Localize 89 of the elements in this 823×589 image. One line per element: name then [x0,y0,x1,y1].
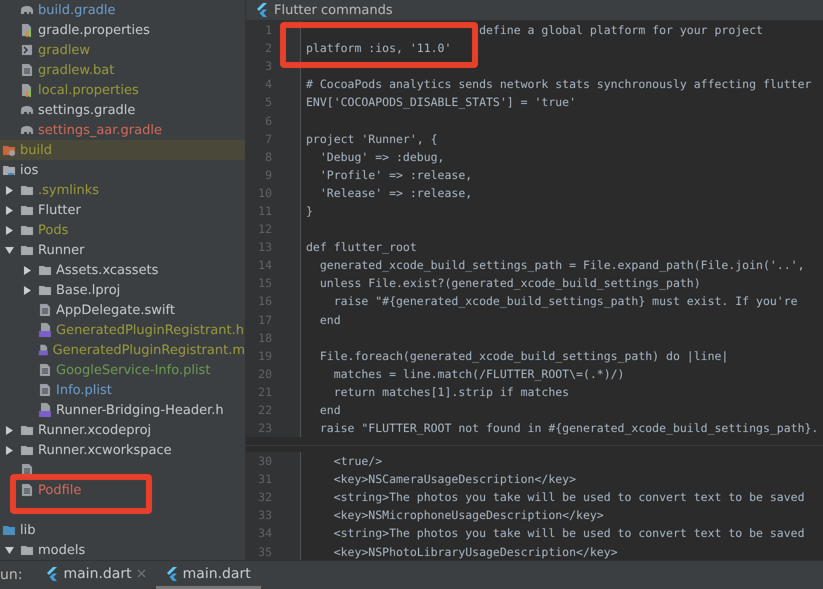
properties-file-icon [20,23,34,37]
header-file-icon [38,343,49,357]
text-file-icon [38,363,52,377]
folder-icon [20,183,34,197]
folder-icon [20,223,34,237]
flutter-logo-icon [166,566,178,580]
code-line: # CocoaPods analytics sends network stats synchronously affecting flutter [305,77,812,92]
tree-item[interactable]: GeneratedPluginRegistrant.h [56,322,244,338]
tree-item[interactable]: Runner [38,242,85,258]
code-line: 'Release' => :release, [318,186,472,200]
tree-item[interactable]: AppDelegate.swift [56,302,175,318]
text-file-icon [38,383,52,397]
folder-icon [38,283,52,297]
flutter-logo-icon [46,566,58,580]
tree-item[interactable]: Runner-Bridging-Header.h [56,402,224,418]
code-line: matches = line.match(/FLUTTER_ROOT\=(.*)/) [332,366,624,381]
code-line: <key>NSMicrophoneUsageDescription</key> [332,508,604,522]
tree-item[interactable]: Assets.xcassets [56,262,158,278]
folder-icon [20,543,34,557]
header-file-icon [38,403,52,417]
tree-item[interactable]: Info.plist [56,382,112,398]
collapsed-arrow-icon[interactable] [22,266,32,274]
module-folder-icon [2,163,16,177]
elephant-icon [20,3,34,17]
code-line: unless File.exist?(generated_xcode_build_settings_path) [318,276,701,290]
tree-item[interactable]: gradle.properties [38,22,150,38]
text-file-icon [38,303,52,317]
flutter-logo-icon [256,3,268,17]
code-line: 'Debug' => :debug, [318,150,444,164]
code-line: 'Profile' => :release, [318,168,472,182]
code-line: File.foreach(generated_xcode_build_settings_path) do |line| [318,348,728,363]
header-file-icon [38,323,52,337]
elephant-icon [20,123,34,137]
folder-icon [20,243,34,257]
code-line: end [318,312,341,327]
code-line: ENV['COCOAPODS_DISABLE_STATS'] = 'true' [305,95,576,110]
code-line: <key>NSPhotoLibraryUsageDescription</key> [332,544,618,559]
expanded-arrow-icon[interactable] [4,246,14,254]
tree-item[interactable]: Runner.xcodeproj [38,422,152,438]
tree-item[interactable]: lib [20,522,36,538]
collapsed-arrow-icon[interactable] [4,226,14,234]
code-line: generated_xcode_build_settings_path = File.expand_path(File.join('..', [318,258,804,272]
excluded-folder-icon [2,143,16,157]
tree-item[interactable]: GeneratedPluginRegistrant.m [52,342,245,358]
tree-item[interactable]: Flutter [38,202,81,218]
code-line: <key>NSCameraUsageDescription</key> [332,472,576,486]
run-label: un: [0,567,22,583]
code-line: raise "#{generated_xcode_build_settings_path} must exist. If you're [332,294,798,308]
tree-item[interactable]: build.gradle [38,2,116,18]
source-folder-icon [2,523,16,537]
folder-icon [20,203,34,217]
code-line: def flutter_root [305,240,417,254]
terminal-icon [20,43,34,57]
code-line: <true/> [332,454,382,468]
tree-item[interactable]: Pods [38,222,68,238]
tree-item[interactable]: ios [20,162,38,178]
code-line: platform :ios, '11.0' [305,41,452,56]
tree-item[interactable]: models [38,542,86,558]
code-line: raise "FLUTTER_ROOT not found in #{generated_xcode_build_settings_path}. [318,421,818,436]
elephant-icon [20,103,34,117]
properties-file-icon [20,83,34,97]
tree-item[interactable]: gradlew.bat [38,62,114,78]
collapsed-arrow-icon[interactable] [22,286,32,294]
code-line: } [305,204,313,218]
collapsed-arrow-icon[interactable] [4,426,14,434]
collapsed-arrow-icon[interactable] [4,186,14,194]
run-tab[interactable]: main.dart [36,561,156,589]
folder-icon [20,443,34,457]
code-line: return matches[1].strip if matches [332,384,570,399]
code-line: end [318,403,341,418]
expanded-arrow-icon[interactable] [4,546,14,554]
tree-item[interactable]: gradlew [38,42,90,58]
folder-icon [38,263,52,277]
code-line: <string>The photos you take will be used to convert text to be saved [332,490,804,504]
collapsed-arrow-icon[interactable] [4,446,14,454]
tree-item[interactable]: local.properties [38,82,139,98]
tree-item[interactable]: settings.gradle [38,102,136,118]
folder-icon [20,423,34,437]
text-file-icon [20,483,34,497]
tree-item[interactable]: Base.lproj [56,282,120,298]
tree-item[interactable]: Runner.xcworkspace [38,442,172,458]
code-line: define a global platform for your project [478,23,763,38]
collapsed-arrow-icon[interactable] [4,206,14,214]
text-file-icon [20,63,34,77]
run-tab[interactable]: main.dart [156,561,261,589]
code-line: <string>The photos you take will be used to convert text to be saved [332,526,804,540]
tree-item[interactable]: .symlinks [38,182,100,198]
editor-title: Flutter commands [274,2,393,18]
code-line: project 'Runner', { [305,132,438,146]
